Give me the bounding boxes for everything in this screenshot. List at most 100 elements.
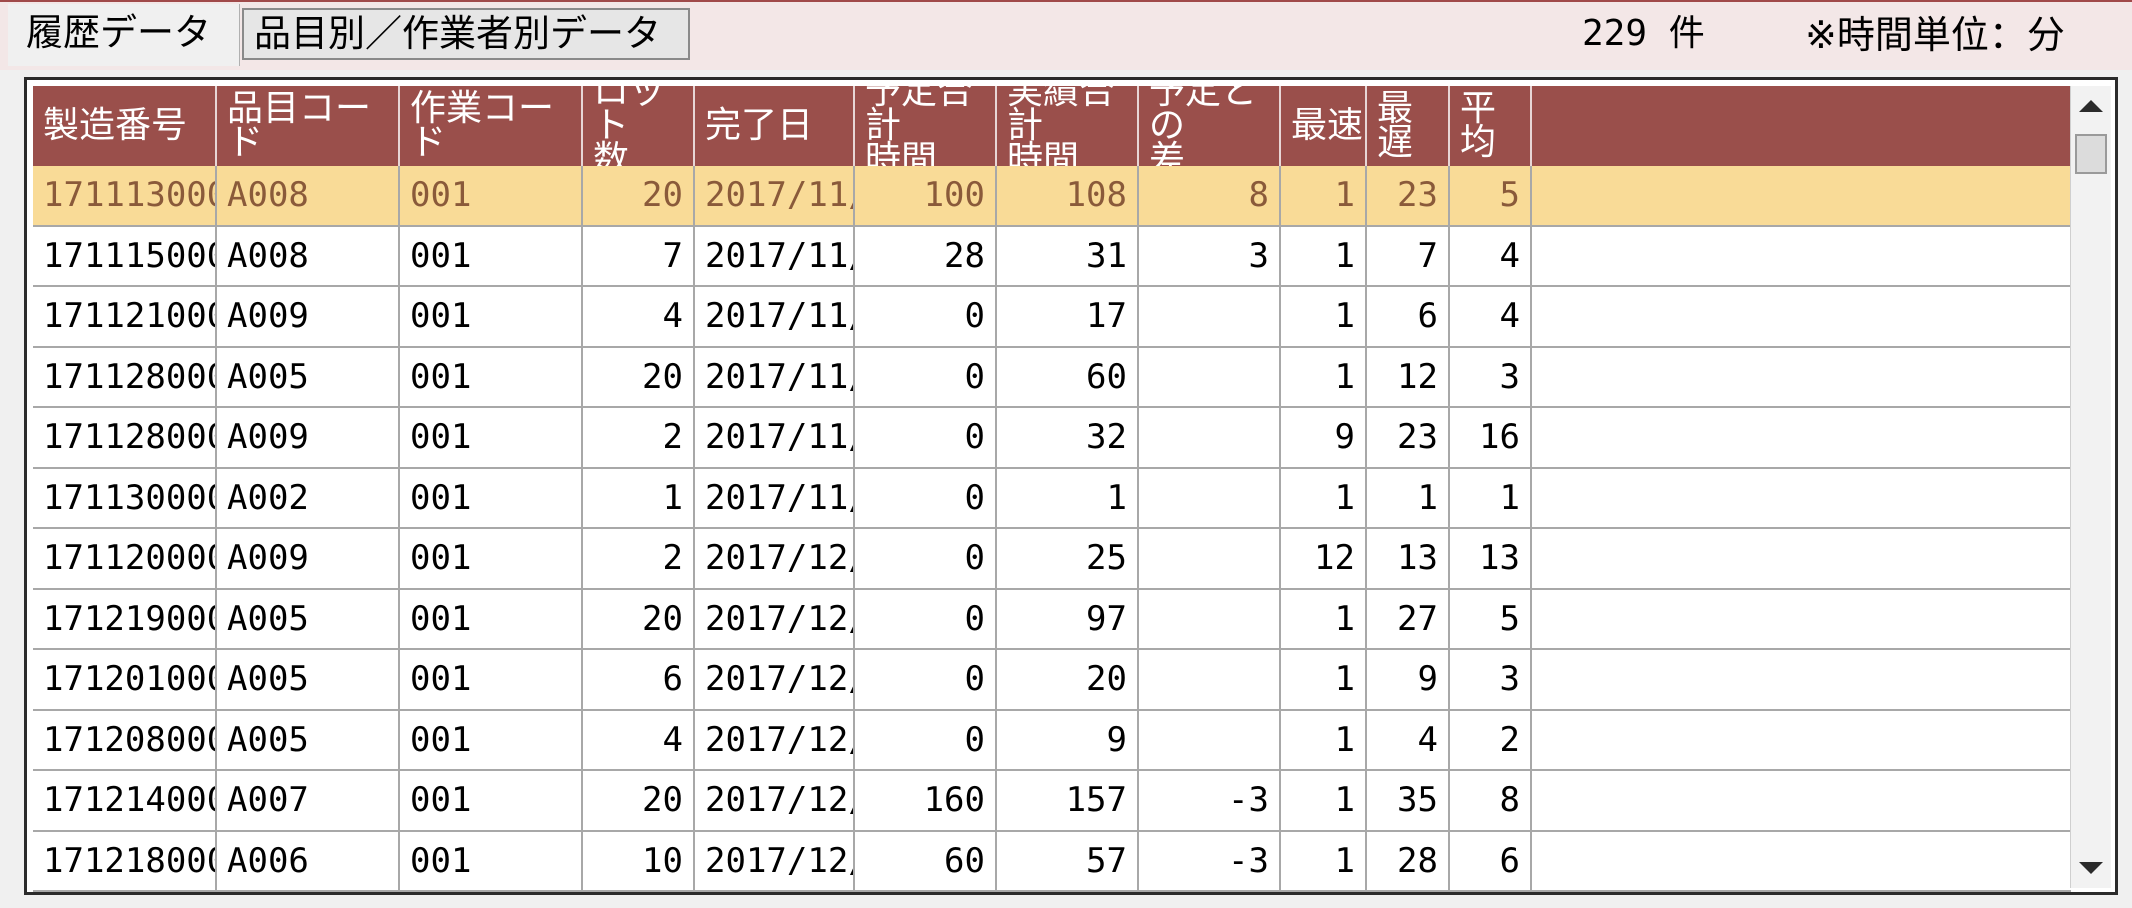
cell-fastest[interactable]: 1 [1281,287,1367,346]
cell-diff-from-plan[interactable] [1139,287,1281,346]
cell-average[interactable]: 4 [1450,226,1532,285]
cell-diff-from-plan[interactable] [1139,529,1281,588]
table-row[interactable]: 1712190001A005001202017/12/01097 1275 [33,589,2071,650]
cell-item-code[interactable]: A009 [217,408,400,467]
column-header-lot-count[interactable]: ロット 数 [583,80,695,178]
column-header-work-code[interactable]: 作業コード [400,86,583,166]
cell-actual-total-time[interactable]: 20 [997,650,1139,709]
cell-average[interactable]: 1 [1450,468,1532,527]
column-header-serial-number[interactable]: 製造番号 [33,86,217,166]
cell-completion-date[interactable]: 2017/11/30 [695,408,855,467]
cell-fastest[interactable]: 1 [1281,771,1367,830]
scroll-up-icon[interactable] [2079,100,2103,112]
cell-serial-number[interactable]: 1712190001 [33,589,217,648]
table-row[interactable]: 1712180001A006001102017/12/046057-31286 [33,831,2071,892]
cell-work-code[interactable]: 001 [400,468,583,527]
cell-actual-total-time[interactable]: 97 [997,589,1139,648]
cell-actual-total-time[interactable]: 32 [997,408,1139,467]
cell-slowest[interactable]: 27 [1367,589,1450,648]
table-row[interactable]: 1712010002A00500162017/12/04020 193 [33,650,2071,711]
cell-lot-count[interactable]: 2 [583,529,695,588]
cell-actual-total-time[interactable]: 60 [997,347,1139,406]
cell-completion-date[interactable]: 2017/11/29 [695,226,855,285]
cell-serial-number[interactable]: 1711300004 [33,468,217,527]
cell-lot-count[interactable]: 20 [583,771,695,830]
cell-lot-count[interactable]: 2 [583,408,695,467]
cell-actual-total-time[interactable]: 25 [997,529,1139,588]
cell-completion-date[interactable]: 2017/11/29 [695,347,855,406]
column-header-planned-total-time[interactable]: 予定合計 時間 [855,80,997,178]
cell-work-code[interactable]: 001 [400,710,583,769]
cell-lot-count[interactable]: 10 [583,831,695,890]
cell-item-code[interactable]: A007 [217,771,400,830]
tab-history-data[interactable]: 履歴データ [8,4,240,66]
tab-item-worker-data[interactable]: 品目別／作業者別データ [242,8,690,60]
cell-lot-count[interactable]: 1 [583,468,695,527]
cell-item-code[interactable]: A005 [217,589,400,648]
cell-lot-count[interactable]: 20 [583,166,695,225]
cell-work-code[interactable]: 001 [400,831,583,890]
cell-diff-from-plan[interactable]: -3 [1139,771,1281,830]
cell-slowest[interactable]: 23 [1367,166,1450,225]
cell-item-code[interactable]: A008 [217,226,400,285]
cell-fastest[interactable]: 1 [1281,650,1367,709]
cell-slowest[interactable]: 1 [1367,468,1450,527]
table-row[interactable]: 1711210001A00900142017/11/29017164 [33,287,2071,348]
scroll-down-icon[interactable] [2079,862,2103,874]
cell-average[interactable]: 8 [1450,771,1532,830]
table-row[interactable]: 1711280002A005001202017/11/29060 1123 [33,347,2071,408]
cell-lot-count[interactable]: 6 [583,650,695,709]
cell-planned-total-time[interactable]: 0 [855,347,997,406]
vertical-scrollbar[interactable] [2070,86,2111,888]
cell-item-code[interactable]: A002 [217,468,400,527]
table-row[interactable]: 1711200003A00900122017/12/01025121313 [33,529,2071,590]
cell-fastest[interactable]: 1 [1281,589,1367,648]
column-header-actual-total-time[interactable]: 実績合計 時間 [997,80,1139,178]
cell-average[interactable]: 13 [1450,529,1532,588]
cell-serial-number[interactable]: 1712010002 [33,650,217,709]
column-header-item-code[interactable]: 品目コード [217,86,400,166]
cell-planned-total-time[interactable]: 0 [855,287,997,346]
cell-work-code[interactable]: 001 [400,529,583,588]
cell-item-code[interactable]: A009 [217,287,400,346]
cell-slowest[interactable]: 13 [1367,529,1450,588]
cell-planned-total-time[interactable]: 0 [855,529,997,588]
table-row[interactable]: 1711130001A008001202017/11/2910010881235 [33,166,2071,227]
column-header-average[interactable]: 平均 [1450,86,1532,166]
cell-work-code[interactable]: 001 [400,347,583,406]
cell-fastest[interactable]: 1 [1281,166,1367,225]
cell-completion-date[interactable]: 2017/12/04 [695,831,855,890]
cell-diff-from-plan[interactable] [1139,650,1281,709]
cell-average[interactable]: 3 [1450,347,1532,406]
cell-serial-number[interactable]: 1711200003 [33,529,217,588]
cell-fastest[interactable]: 1 [1281,710,1367,769]
cell-work-code[interactable]: 001 [400,226,583,285]
cell-planned-total-time[interactable]: 0 [855,408,997,467]
cell-lot-count[interactable]: 20 [583,347,695,406]
cell-actual-total-time[interactable]: 17 [997,287,1139,346]
cell-serial-number[interactable]: 1711130001 [33,166,217,225]
cell-completion-date[interactable]: 2017/11/30 [695,468,855,527]
cell-slowest[interactable]: 23 [1367,408,1450,467]
cell-average[interactable]: 16 [1450,408,1532,467]
cell-work-code[interactable]: 001 [400,166,583,225]
cell-actual-total-time[interactable]: 157 [997,771,1139,830]
cell-item-code[interactable]: A005 [217,710,400,769]
cell-item-code[interactable]: A009 [217,529,400,588]
cell-lot-count[interactable]: 4 [583,710,695,769]
cell-slowest[interactable]: 4 [1367,710,1450,769]
cell-average[interactable]: 5 [1450,589,1532,648]
cell-work-code[interactable]: 001 [400,771,583,830]
cell-completion-date[interactable]: 2017/12/01 [695,589,855,648]
cell-planned-total-time[interactable]: 0 [855,710,997,769]
scroll-thumb[interactable] [2075,134,2107,174]
table-row[interactable]: 1712140001A007001202017/12/04160157-3135… [33,771,2071,832]
cell-planned-total-time[interactable]: 0 [855,589,997,648]
cell-slowest[interactable]: 9 [1367,650,1450,709]
cell-diff-from-plan[interactable] [1139,347,1281,406]
cell-average[interactable]: 2 [1450,710,1532,769]
cell-slowest[interactable]: 12 [1367,347,1450,406]
cell-slowest[interactable]: 35 [1367,771,1450,830]
cell-planned-total-time[interactable]: 60 [855,831,997,890]
cell-average[interactable]: 3 [1450,650,1532,709]
